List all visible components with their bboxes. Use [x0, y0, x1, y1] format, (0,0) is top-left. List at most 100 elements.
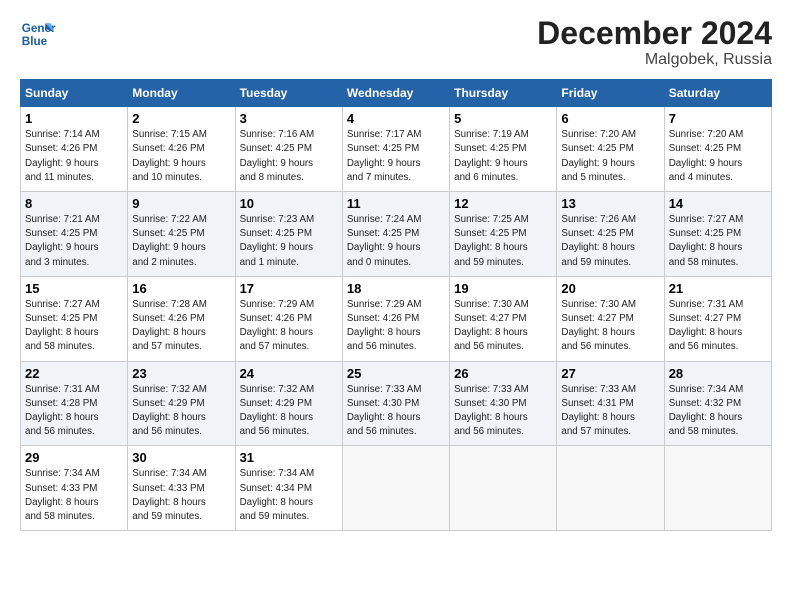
day-cell: 5 Sunrise: 7:19 AM Sunset: 4:25 PM Daylig…	[450, 107, 557, 192]
week-row-3: 15Sunrise: 7:27 AM Sunset: 4:25 PM Dayli…	[21, 276, 772, 361]
day-cell: 3Sunrise: 7:16 AM Sunset: 4:25 PM Daylig…	[235, 107, 342, 192]
day-info: Sunrise: 7:17 AM Sunset: 4:25 PM Dayligh…	[347, 128, 445, 185]
day-info: Sunrise: 7:30 AM Sunset: 4:27 PM Dayligh…	[561, 298, 659, 355]
day-number: 30	[132, 450, 230, 465]
day-number: 6	[561, 111, 659, 126]
day-number: 27	[561, 366, 659, 381]
day-info: Sunrise: 7:31 AM Sunset: 4:27 PM Dayligh…	[669, 298, 767, 355]
day-cell: 23 Sunrise: 7:32 AM Sunset: 4:29 PM Dayli…	[128, 361, 235, 446]
logo: General Blue	[20, 16, 56, 52]
logo-icon: General Blue	[20, 16, 56, 52]
day-info: Sunrise: 7:22 AM Sunset: 4:25 PM Dayligh…	[132, 213, 230, 270]
day-cell: 18 Sunrise: 7:29 AM Sunset: 4:26 PM Dayli…	[342, 276, 449, 361]
day-cell	[342, 446, 449, 531]
day-number: 4	[347, 111, 445, 126]
day-info: Sunrise: 7:23 AM Sunset: 4:25 PM Dayligh…	[240, 213, 338, 270]
day-number: 15	[25, 281, 123, 296]
header-cell-monday: Monday	[128, 80, 235, 107]
svg-text:Blue: Blue	[22, 35, 48, 48]
day-cell: 9 Sunrise: 7:22 AM Sunset: 4:25 PM Daylig…	[128, 192, 235, 277]
day-cell: 7Sunrise: 7:20 AM Sunset: 4:25 PM Daylig…	[664, 107, 771, 192]
day-cell: 16 Sunrise: 7:28 AM Sunset: 4:26 PM Dayli…	[128, 276, 235, 361]
day-number: 1	[25, 111, 123, 126]
day-info: Sunrise: 7:24 AM Sunset: 4:25 PM Dayligh…	[347, 213, 445, 270]
week-row-1: 1 Sunrise: 7:14 AM Sunset: 4:26 PM Daylig…	[21, 107, 772, 192]
day-number: 12	[454, 196, 552, 211]
day-info: Sunrise: 7:27 AM Sunset: 4:25 PM Dayligh…	[669, 213, 767, 270]
day-cell: 31Sunrise: 7:34 AM Sunset: 4:34 PM Dayli…	[235, 446, 342, 531]
day-number: 22	[25, 366, 123, 381]
day-info: Sunrise: 7:33 AM Sunset: 4:30 PM Dayligh…	[347, 383, 445, 440]
day-info: Sunrise: 7:34 AM Sunset: 4:32 PM Dayligh…	[669, 383, 767, 440]
day-info: Sunrise: 7:29 AM Sunset: 4:26 PM Dayligh…	[347, 298, 445, 355]
day-cell: 4 Sunrise: 7:17 AM Sunset: 4:25 PM Daylig…	[342, 107, 449, 192]
header-cell-sunday: Sunday	[21, 80, 128, 107]
day-cell: 14Sunrise: 7:27 AM Sunset: 4:25 PM Dayli…	[664, 192, 771, 277]
day-number: 7	[669, 111, 767, 126]
week-row-4: 22 Sunrise: 7:31 AM Sunset: 4:28 PM Dayli…	[21, 361, 772, 446]
title-block: December 2024 Malgobek, Russia	[537, 16, 772, 69]
day-number: 17	[240, 281, 338, 296]
day-info: Sunrise: 7:32 AM Sunset: 4:29 PM Dayligh…	[132, 383, 230, 440]
day-cell: 21 Sunrise: 7:31 AM Sunset: 4:27 PM Dayli…	[664, 276, 771, 361]
day-number: 26	[454, 366, 552, 381]
day-cell	[557, 446, 664, 531]
day-cell: 29 Sunrise: 7:34 AM Sunset: 4:33 PM Dayli…	[21, 446, 128, 531]
page: General Blue December 2024 Malgobek, Rus…	[0, 0, 792, 612]
day-cell: 24Sunrise: 7:32 AM Sunset: 4:29 PM Dayli…	[235, 361, 342, 446]
day-number: 29	[25, 450, 123, 465]
day-number: 31	[240, 450, 338, 465]
day-cell: 6Sunrise: 7:20 AM Sunset: 4:25 PM Daylig…	[557, 107, 664, 192]
day-number: 19	[454, 281, 552, 296]
day-info: Sunrise: 7:29 AM Sunset: 4:26 PM Dayligh…	[240, 298, 338, 355]
day-cell: 13Sunrise: 7:26 AM Sunset: 4:25 PM Dayli…	[557, 192, 664, 277]
day-info: Sunrise: 7:31 AM Sunset: 4:28 PM Dayligh…	[25, 383, 123, 440]
day-number: 3	[240, 111, 338, 126]
day-cell: 1 Sunrise: 7:14 AM Sunset: 4:26 PM Daylig…	[21, 107, 128, 192]
day-cell: 10 Sunrise: 7:23 AM Sunset: 4:25 PM Dayli…	[235, 192, 342, 277]
week-row-5: 29 Sunrise: 7:34 AM Sunset: 4:33 PM Dayli…	[21, 446, 772, 531]
day-cell: 26 Sunrise: 7:33 AM Sunset: 4:30 PM Dayli…	[450, 361, 557, 446]
day-number: 5	[454, 111, 552, 126]
day-number: 10	[240, 196, 338, 211]
day-number: 23	[132, 366, 230, 381]
day-info: Sunrise: 7:26 AM Sunset: 4:25 PM Dayligh…	[561, 213, 659, 270]
calendar-header-row: SundayMondayTuesdayWednesdayThursdayFrid…	[21, 80, 772, 107]
main-title: December 2024	[537, 16, 772, 51]
day-cell: 27 Sunrise: 7:33 AM Sunset: 4:31 PM Dayli…	[557, 361, 664, 446]
day-number: 11	[347, 196, 445, 211]
day-number: 21	[669, 281, 767, 296]
day-cell	[450, 446, 557, 531]
day-info: Sunrise: 7:33 AM Sunset: 4:31 PM Dayligh…	[561, 383, 659, 440]
day-info: Sunrise: 7:28 AM Sunset: 4:26 PM Dayligh…	[132, 298, 230, 355]
day-cell	[664, 446, 771, 531]
day-info: Sunrise: 7:21 AM Sunset: 4:25 PM Dayligh…	[25, 213, 123, 270]
day-cell: 19Sunrise: 7:30 AM Sunset: 4:27 PM Dayli…	[450, 276, 557, 361]
day-cell: 8 Sunrise: 7:21 AM Sunset: 4:25 PM Daylig…	[21, 192, 128, 277]
week-row-2: 8 Sunrise: 7:21 AM Sunset: 4:25 PM Daylig…	[21, 192, 772, 277]
day-info: Sunrise: 7:34 AM Sunset: 4:33 PM Dayligh…	[25, 467, 123, 524]
header-cell-tuesday: Tuesday	[235, 80, 342, 107]
day-number: 16	[132, 281, 230, 296]
day-cell: 17 Sunrise: 7:29 AM Sunset: 4:26 PM Dayli…	[235, 276, 342, 361]
header-cell-friday: Friday	[557, 80, 664, 107]
header-cell-wednesday: Wednesday	[342, 80, 449, 107]
day-cell: 11 Sunrise: 7:24 AM Sunset: 4:25 PM Dayli…	[342, 192, 449, 277]
day-info: Sunrise: 7:33 AM Sunset: 4:30 PM Dayligh…	[454, 383, 552, 440]
header-cell-saturday: Saturday	[664, 80, 771, 107]
day-cell: 2 Sunrise: 7:15 AM Sunset: 4:26 PM Daylig…	[128, 107, 235, 192]
day-info: Sunrise: 7:34 AM Sunset: 4:33 PM Dayligh…	[132, 467, 230, 524]
day-info: Sunrise: 7:14 AM Sunset: 4:26 PM Dayligh…	[25, 128, 123, 185]
day-number: 20	[561, 281, 659, 296]
day-number: 8	[25, 196, 123, 211]
calendar-table: SundayMondayTuesdayWednesdayThursdayFrid…	[20, 79, 772, 531]
day-number: 2	[132, 111, 230, 126]
subtitle: Malgobek, Russia	[537, 51, 772, 69]
day-cell: 12Sunrise: 7:25 AM Sunset: 4:25 PM Dayli…	[450, 192, 557, 277]
day-number: 9	[132, 196, 230, 211]
day-info: Sunrise: 7:19 AM Sunset: 4:25 PM Dayligh…	[454, 128, 552, 185]
day-cell: 30 Sunrise: 7:34 AM Sunset: 4:33 PM Dayli…	[128, 446, 235, 531]
day-number: 24	[240, 366, 338, 381]
day-number: 18	[347, 281, 445, 296]
day-info: Sunrise: 7:15 AM Sunset: 4:26 PM Dayligh…	[132, 128, 230, 185]
